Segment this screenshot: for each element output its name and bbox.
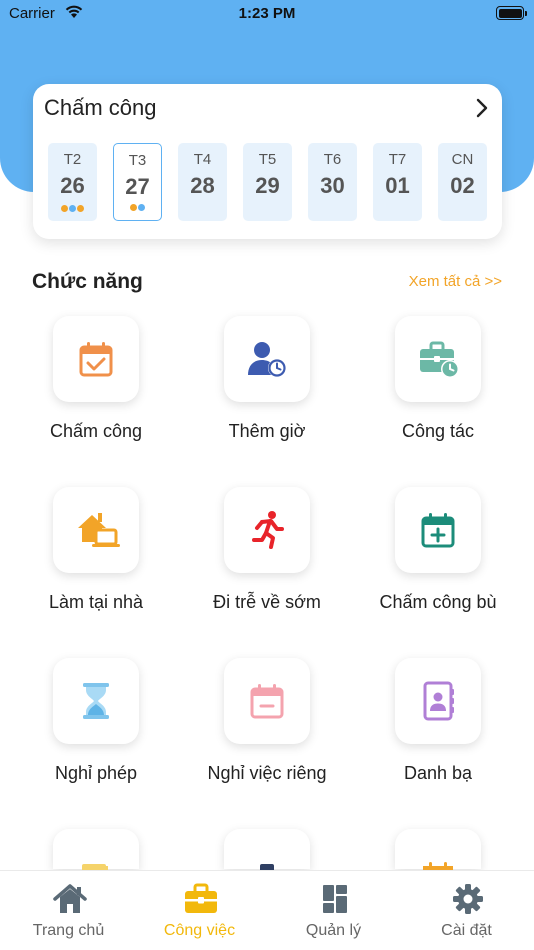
bottom-tab-bar: Trang chủ Công việc Quản lý Cài đặt xyxy=(0,870,534,950)
feature-tile[interactable] xyxy=(224,829,310,872)
function-grid: Chấm công Thêm giờ Công tác Làm tại nhà … xyxy=(0,0,534,872)
calendar-icon xyxy=(423,862,453,872)
calendar-minus-icon xyxy=(250,684,284,719)
calendar-plus-icon xyxy=(421,513,455,548)
dashboard-icon xyxy=(323,885,347,913)
hourglass-icon xyxy=(83,683,109,719)
feature-tile[interactable] xyxy=(224,487,310,573)
feature-label: Chấm công bù xyxy=(379,592,497,612)
briefcase-icon xyxy=(185,883,217,913)
tab-work[interactable]: Công việc xyxy=(133,871,266,950)
user-clock-icon xyxy=(248,342,286,377)
feature-label: Thêm giờ xyxy=(228,421,306,441)
feature-label: Nghỉ việc riêng xyxy=(207,763,327,783)
gear-icon xyxy=(453,884,483,914)
feature-tile[interactable] xyxy=(53,316,139,402)
tab-label: Cài đặt xyxy=(441,922,492,939)
feature-label: Chấm công xyxy=(49,421,143,441)
feature-label: Làm tại nhà xyxy=(48,592,144,612)
home-icon xyxy=(53,884,87,913)
feature-tile[interactable] xyxy=(53,487,139,573)
calendar-check-icon xyxy=(79,342,113,377)
feature-tile[interactable] xyxy=(395,316,481,402)
feature-label: Đi trễ về sớm xyxy=(213,592,321,612)
home-laptop-icon xyxy=(78,513,120,547)
feature-label: Công tác xyxy=(401,421,475,441)
feature-tile[interactable] xyxy=(53,658,139,744)
feature-label: Nghỉ phép xyxy=(54,763,138,783)
tab-settings[interactable]: Cài đặt xyxy=(400,871,533,950)
document-icon xyxy=(82,864,108,872)
tab-label: Trang chủ xyxy=(32,922,105,939)
tab-home[interactable]: Trang chủ xyxy=(2,871,135,950)
contacts-book-icon xyxy=(423,681,454,721)
feature-tile[interactable] xyxy=(395,658,481,744)
briefcase-clock-icon xyxy=(420,341,459,378)
feature-tile[interactable] xyxy=(53,829,139,872)
feature-tile[interactable] xyxy=(395,487,481,573)
device-icon xyxy=(260,864,274,872)
tab-label: Công việc xyxy=(163,922,236,939)
running-man-icon xyxy=(252,511,284,549)
feature-tile[interactable] xyxy=(395,829,481,872)
feature-tile[interactable] xyxy=(224,658,310,744)
feature-label: Danh bạ xyxy=(403,763,473,783)
tab-label: Quản lý xyxy=(305,922,362,939)
tab-manage[interactable]: Quản lý xyxy=(267,871,400,950)
feature-tile[interactable] xyxy=(224,316,310,402)
